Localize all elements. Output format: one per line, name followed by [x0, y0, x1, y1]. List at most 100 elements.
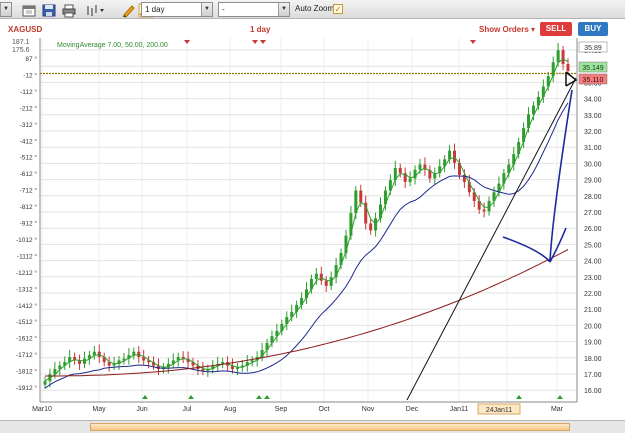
right-tick-label: 24.00	[584, 259, 602, 266]
left-tick-label: -1512 °	[16, 318, 37, 326]
candle-body	[369, 223, 373, 231]
x-tick-label: Sep	[275, 406, 288, 413]
candle-body	[453, 150, 457, 163]
timeframe-select-value: 1 day	[145, 5, 165, 14]
x-tick-label: Jul	[183, 406, 192, 413]
left-tick-label: -1012 °	[16, 236, 37, 244]
right-tick-label: 22.00	[584, 291, 602, 298]
trading-chart-window: ▼ 1 day ▼ - ▼ Auto Zoom ✓ XAGUSD 1 day S…	[0, 0, 625, 433]
candle-body	[482, 209, 486, 212]
chevron-down-icon: ▼	[278, 3, 289, 16]
save-icon[interactable]	[40, 2, 56, 17]
left-tick-label: -1412 °	[16, 302, 37, 310]
chart-type-icon[interactable]	[84, 2, 104, 17]
right-tick-label: 18.00	[584, 356, 602, 363]
left-tick-label: -712 °	[20, 187, 38, 195]
show-orders-dropdown[interactable]: Show Orders ▾	[479, 25, 535, 34]
left-tick-label: -812 °	[20, 203, 38, 211]
left-tick-label: -212 °	[20, 104, 38, 112]
period-select-value: -	[222, 5, 225, 14]
left-tick-label: -912 °	[20, 220, 38, 228]
right-tick-label: 19.00	[584, 340, 602, 347]
auto-zoom-label: Auto Zoom	[295, 4, 335, 13]
x-tick-label: Mar10	[32, 406, 52, 413]
candle-body	[556, 50, 560, 63]
candle-body	[359, 190, 363, 203]
indicator-top-value: 187.1	[12, 39, 30, 46]
candle-body	[314, 273, 318, 279]
candle-body	[418, 164, 422, 170]
left-tick-label: -1912 °	[16, 384, 37, 392]
toolbar: ▼ 1 day ▼ - ▼ Auto Zoom ✓	[0, 0, 625, 19]
right-tick-label: 21.00	[584, 307, 602, 314]
x-tick-label: Oct	[319, 406, 330, 413]
right-tick-label: 16.00	[584, 388, 602, 395]
candle-body	[566, 64, 570, 71]
right-tick-label: 20.00	[584, 323, 602, 330]
timeframe-select[interactable]: 1 day ▼	[141, 2, 213, 17]
date-marker-label: 24Jan11	[486, 407, 512, 414]
right-tick-label: 31.00	[584, 145, 602, 152]
right-tick-label: 29.00	[584, 178, 602, 185]
candle-body	[324, 280, 328, 286]
left-tick-label: -1712 °	[16, 351, 37, 359]
left-tick-label: -1312 °	[16, 285, 37, 293]
candle-body	[107, 362, 111, 366]
left-tick-label: -1612 °	[16, 335, 37, 343]
right-tick-label: 34.00	[584, 97, 602, 104]
x-tick-label: May	[92, 406, 106, 413]
price-chart[interactable]: 87 ° -12 ° -112 ° -212 ° -312 ° -412 ° -512 ° -…	[0, 38, 625, 420]
sell-button[interactable]: SELL	[540, 22, 572, 36]
timeframe-label: 1 day	[250, 25, 271, 34]
x-tick-label: Dec	[406, 406, 419, 413]
right-tick-label: 30.00	[584, 161, 602, 168]
plot-area	[40, 38, 577, 402]
right-tick-label: 32.00	[584, 129, 602, 136]
candle-body	[319, 273, 323, 281]
candle-body	[43, 381, 47, 385]
right-tick-label: 27.00	[584, 210, 602, 217]
left-tick-label: -412 °	[20, 137, 38, 145]
left-axis: 87 ° -12 ° -112 ° -212 ° -312 ° -412 ° -512 ° -…	[16, 38, 41, 402]
calendar-icon[interactable]	[20, 2, 36, 17]
left-tick-label: -1212 °	[16, 269, 37, 277]
price-tag-top-label: 35.89	[584, 45, 602, 52]
x-tick-label: Mar	[551, 406, 564, 413]
indicator-value: 175.6	[12, 47, 30, 54]
left-tick-label: -1112 °	[17, 252, 37, 260]
candle-body	[561, 50, 565, 64]
print-icon[interactable]	[60, 2, 76, 18]
x-tick-label: Jan11	[450, 406, 469, 413]
left-tick-label: -512 °	[20, 154, 38, 162]
horizontal-scrollbar[interactable]	[0, 420, 625, 433]
right-tick-label: 33.00	[584, 113, 602, 120]
chevron-down-icon: ▼	[201, 3, 212, 16]
price-tags: 35.89 35.149 35.110	[578, 41, 608, 85]
x-tick-label: Aug	[224, 406, 237, 413]
buy-button[interactable]: BUY	[578, 22, 608, 36]
left-tick-label: -12 °	[23, 71, 37, 79]
left-tick-label: -312 °	[20, 121, 38, 129]
right-tick-label: 23.00	[584, 275, 602, 282]
left-tick-label: -1812 °	[16, 368, 37, 376]
x-tick-label: Jun	[136, 406, 147, 413]
symbol-label: XAGUSD	[8, 25, 43, 34]
chart-header: XAGUSD 1 day Show Orders ▾	[0, 20, 625, 38]
candle-body	[408, 178, 412, 182]
price-tag-green-label: 35.149	[582, 65, 604, 72]
period-select[interactable]: - ▼	[218, 2, 290, 17]
symbol-dropdown[interactable]: ▼	[0, 2, 12, 17]
draw-pencil-icon[interactable]	[120, 2, 136, 18]
right-tick-label: 25.00	[584, 242, 602, 249]
moving-average-legend: MovingAverage 7.00, 50.00, 200.00	[57, 42, 168, 49]
scrollbar-thumb[interactable]	[90, 423, 570, 431]
left-tick-label: -612 °	[20, 170, 38, 178]
candle-body	[398, 168, 402, 174]
auto-zoom-checkbox[interactable]: ✓	[333, 4, 343, 14]
right-tick-label: 26.00	[584, 226, 602, 233]
right-axis: 37.0036.0035.0034.0033.0032.0031.0030.00…	[576, 38, 602, 402]
right-tick-label: 28.00	[584, 194, 602, 201]
chevron-down-icon: ▼	[0, 3, 11, 16]
left-tick-label: -112 °	[20, 88, 37, 96]
right-tick-label: 17.00	[584, 372, 602, 379]
